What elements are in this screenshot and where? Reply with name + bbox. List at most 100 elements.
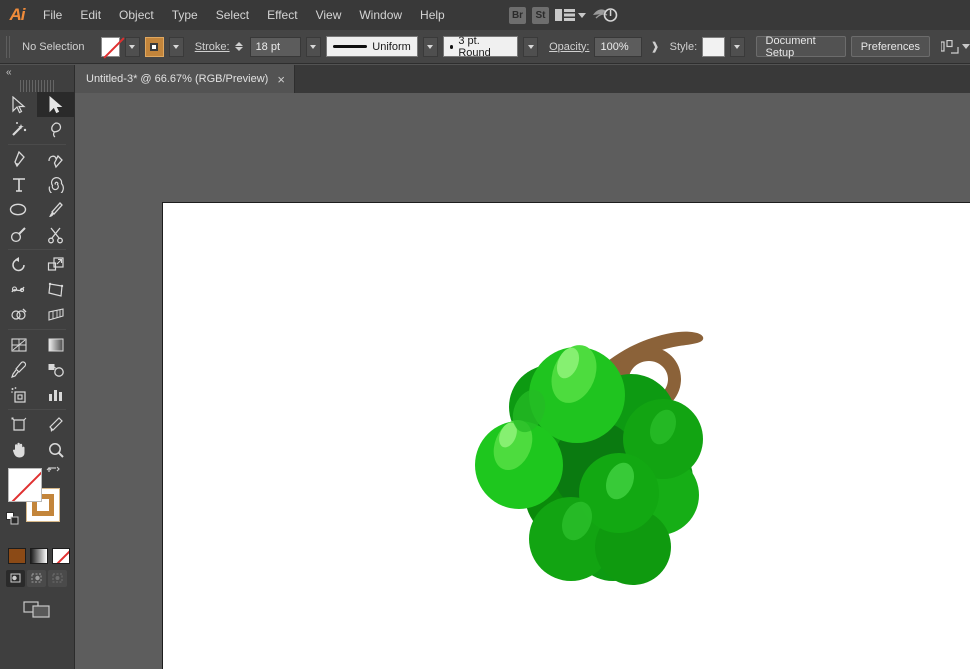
change-screen-mode-button[interactable] xyxy=(0,587,74,619)
gradient-tool[interactable] xyxy=(37,332,74,357)
app-logo-icon: Ai xyxy=(9,5,26,24)
fill-swatch-dropdown[interactable] xyxy=(124,36,140,57)
stock-button[interactable]: St xyxy=(532,6,549,24)
power-icon[interactable] xyxy=(592,6,618,24)
menu-bar: Ai File Edit Object Type Select Effect V… xyxy=(0,0,970,30)
tool-separator xyxy=(8,249,66,250)
stroke-weight-dropdown[interactable] xyxy=(305,36,321,57)
stroke-weight-input[interactable]: 18 pt xyxy=(249,36,301,57)
draw-inside-button[interactable] xyxy=(48,570,67,587)
stroke-weight-label[interactable]: Stroke: xyxy=(189,41,230,53)
graphic-style-swatch[interactable] xyxy=(702,36,725,57)
green-grapes-illustration[interactable] xyxy=(453,299,753,599)
opacity-expand-icon[interactable]: ❱ xyxy=(647,40,662,53)
document-tab[interactable]: Untitled-3* @ 66.67% (RGB/Preview) × xyxy=(75,65,295,93)
menu-view[interactable]: View xyxy=(307,0,351,30)
fill-color-box[interactable] xyxy=(8,468,42,502)
menu-effect[interactable]: Effect xyxy=(258,0,306,30)
magic-wand-tool[interactable] xyxy=(0,117,37,142)
stroke-color-swatch[interactable] xyxy=(144,36,164,57)
tool-separator xyxy=(8,329,66,330)
scale-tool[interactable] xyxy=(37,252,74,277)
color-mode-swatches xyxy=(0,544,74,564)
shape-builder-tool[interactable] xyxy=(0,302,37,327)
scissors-tool[interactable] xyxy=(37,222,74,247)
draw-normal-button[interactable] xyxy=(6,570,25,587)
fill-color-swatch[interactable] xyxy=(100,36,120,57)
line-segment-tool[interactable] xyxy=(37,172,74,197)
curvature-tool[interactable] xyxy=(37,147,74,172)
tool-grid xyxy=(0,92,74,462)
opacity-label[interactable]: Opacity: xyxy=(543,41,589,53)
menu-select[interactable]: Select xyxy=(207,0,258,30)
canvas-area[interactable] xyxy=(75,93,970,669)
eyedropper-tool[interactable] xyxy=(0,357,37,382)
chevron-down-icon xyxy=(578,12,586,18)
style-label: Style: xyxy=(669,40,698,53)
tool-separator xyxy=(8,144,66,145)
menu-bar-right-group: Br St xyxy=(509,0,970,30)
pen-tool[interactable] xyxy=(0,147,37,172)
color-controls xyxy=(0,466,74,544)
rotate-tool[interactable] xyxy=(0,252,37,277)
tools-collapse-button[interactable]: « xyxy=(0,65,74,80)
shaper-tool[interactable] xyxy=(0,222,37,247)
close-icon[interactable]: × xyxy=(277,73,285,86)
bridge-button[interactable]: Br xyxy=(509,6,526,24)
ellipse-tool[interactable] xyxy=(0,197,37,222)
stroke-profile-select[interactable]: Uniform xyxy=(325,36,418,57)
default-fill-stroke-icon[interactable] xyxy=(6,512,20,531)
color-swatch-button[interactable] xyxy=(8,548,26,564)
brush-definition-select[interactable]: 3 pt. Round xyxy=(442,34,519,59)
uniform-profile-icon xyxy=(332,45,368,48)
artboard[interactable] xyxy=(162,202,970,669)
gradient-swatch-button[interactable] xyxy=(30,548,48,564)
column-graph-tool[interactable] xyxy=(37,382,74,407)
type-tool[interactable] xyxy=(0,172,37,197)
blend-tool[interactable] xyxy=(37,357,74,382)
perspective-grid-tool[interactable] xyxy=(37,302,74,327)
paintbrush-tool[interactable] xyxy=(37,197,74,222)
mesh-tool[interactable] xyxy=(0,332,37,357)
chevron-down-icon xyxy=(962,44,970,49)
menu-edit[interactable]: Edit xyxy=(71,0,110,30)
control-bar-grip[interactable] xyxy=(6,35,12,58)
menu-window[interactable]: Window xyxy=(350,0,411,30)
width-tool[interactable] xyxy=(0,277,37,302)
selection-tool[interactable] xyxy=(0,92,37,117)
hand-tool[interactable] xyxy=(0,437,37,462)
document-tab-bar: Untitled-3* @ 66.67% (RGB/Preview) × xyxy=(75,65,970,93)
arrange-documents-icon[interactable] xyxy=(555,8,586,22)
menu-file[interactable]: File xyxy=(34,0,71,30)
stroke-profile-dropdown[interactable] xyxy=(422,36,438,57)
menu-help[interactable]: Help xyxy=(411,0,454,30)
selection-status-label: No Selection xyxy=(22,40,85,53)
swap-fill-stroke-icon[interactable] xyxy=(46,466,60,485)
free-transform-tool[interactable] xyxy=(37,277,74,302)
none-swatch-button[interactable] xyxy=(52,548,70,564)
symbol-sprayer-tool[interactable] xyxy=(0,382,37,407)
brush-definition-dropdown[interactable] xyxy=(523,36,539,57)
brush-definition-label: 3 pt. Round xyxy=(458,34,491,59)
artboard-tool[interactable] xyxy=(0,412,37,437)
document-setup-button[interactable]: Document Setup xyxy=(755,35,846,59)
align-options-icon[interactable] xyxy=(941,39,970,54)
double-chevron-left-icon: « xyxy=(6,67,11,78)
direct-selection-tool[interactable] xyxy=(37,92,74,117)
menu-type[interactable]: Type xyxy=(163,0,207,30)
zoom-tool[interactable] xyxy=(37,437,74,462)
tool-separator xyxy=(8,409,66,410)
stroke-profile-label: Uniform xyxy=(372,40,411,53)
stroke-weight-stepper[interactable] xyxy=(234,42,243,51)
menu-object[interactable]: Object xyxy=(110,0,163,30)
draw-behind-button[interactable] xyxy=(27,570,46,587)
graphic-style-dropdown[interactable] xyxy=(729,36,745,57)
drawing-modes xyxy=(0,564,74,587)
opacity-input[interactable]: 100% xyxy=(594,36,643,57)
preferences-button[interactable]: Preferences xyxy=(850,36,931,57)
slice-tool[interactable] xyxy=(37,412,74,437)
stroke-swatch-dropdown[interactable] xyxy=(168,36,184,57)
lasso-tool[interactable] xyxy=(37,117,74,142)
tools-panel-grip[interactable] xyxy=(20,80,54,92)
document-tab-title: Untitled-3* @ 66.67% (RGB/Preview) xyxy=(86,73,269,85)
